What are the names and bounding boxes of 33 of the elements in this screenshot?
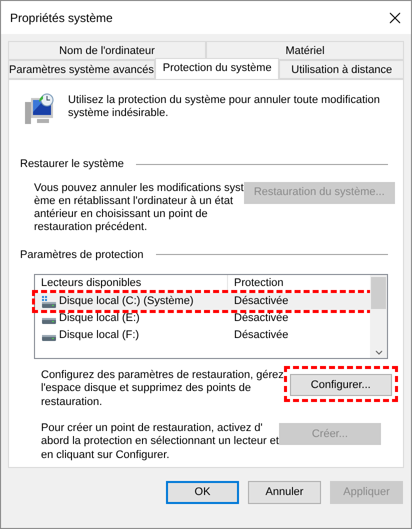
- window-title: Propriétés système: [10, 10, 113, 26]
- drive-icon: [42, 296, 56, 308]
- scroll-thumb[interactable]: [371, 277, 386, 310]
- intro-text: Utilisez la protection du système pour annuler toute modification système indésirable.: [68, 93, 380, 120]
- drive-name: Disque local (F:): [59, 328, 140, 344]
- group-heading: Paramètres de protection: [20, 248, 144, 263]
- tab[interactable]: Paramètres système avancés: [8, 60, 155, 79]
- configure-description: Configurez des paramètres de restauration, gérez l'espace disque et supprimez des points de restauration.: [41, 369, 284, 410]
- drive-icon: [42, 318, 56, 324]
- protection-status: Désactivée: [233, 311, 288, 326]
- computer-icon: [24, 92, 56, 126]
- drive-icon: [42, 335, 56, 342]
- group-heading: Restaurer le système: [20, 157, 124, 172]
- dialog-button[interactable]: OK: [166, 481, 239, 504]
- scroll-down-icon[interactable]: [374, 350, 382, 356]
- create-description: Pour créer un point de restauration, activez d' abord la protection en sélectionnant un lecteur et en cliquant sur Configurer.: [41, 422, 279, 462]
- tab[interactable]: Protection du système: [154, 58, 280, 79]
- restore-description: Vous pouvez annuler les modifications syst ème en rétablissant l'ordinateur à un état antérieur en choisissant un point de restauration précédent.: [34, 182, 244, 235]
- dialog-button[interactable]: Configurer...: [290, 374, 392, 396]
- dialog-button[interactable]: Annuler: [248, 481, 321, 504]
- scrollbar[interactable]: [370, 275, 387, 358]
- protection-status: Désactivée: [233, 294, 288, 310]
- drive-row[interactable]: Disque local (C:) (Système) Désactivée: [35, 293, 370, 310]
- drive-row[interactable]: Disque local (E:) Désactivée: [35, 310, 370, 328]
- drive-row[interactable]: Disque local (F:) Désactivée: [35, 327, 370, 344]
- tab[interactable]: Utilisation à distance: [279, 60, 404, 79]
- drive-name: Disque local (C:) (Système): [59, 294, 194, 310]
- close-icon[interactable]: [389, 12, 401, 24]
- column-header[interactable]: Protection: [228, 275, 370, 294]
- tab[interactable]: Matériel: [206, 41, 404, 60]
- drive-name: Disque local (E:): [59, 311, 140, 326]
- protection-status: Désactivée: [233, 328, 288, 344]
- tab[interactable]: Nom de l'ordinateur: [8, 41, 206, 60]
